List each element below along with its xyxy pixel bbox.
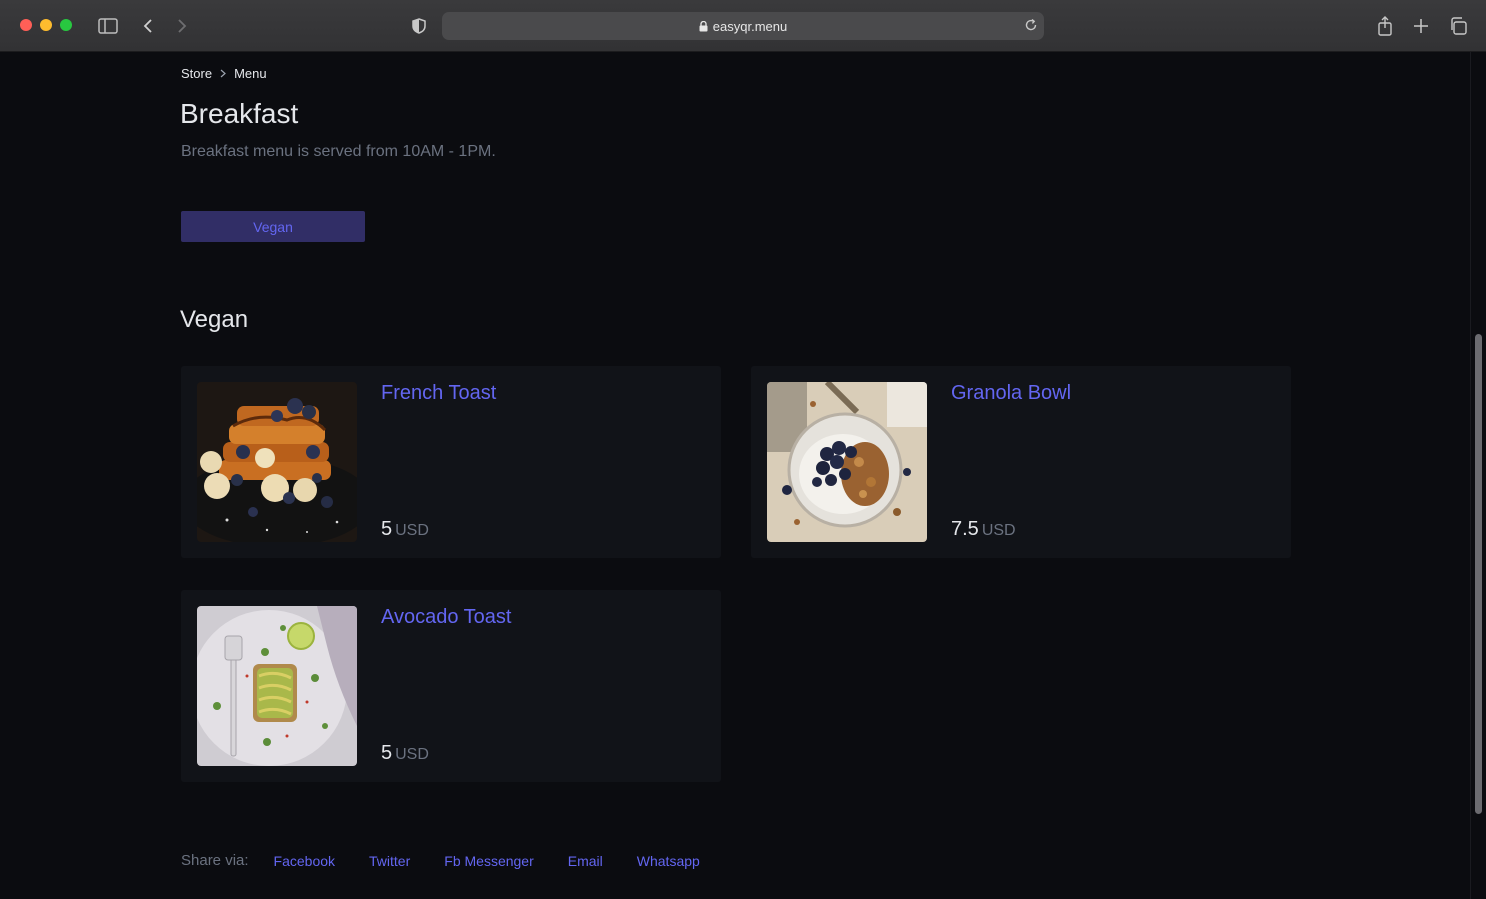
share-facebook-link[interactable]: Facebook: [274, 853, 335, 869]
page-title: Breakfast: [180, 98, 299, 129]
zoom-window-button[interactable]: [60, 19, 72, 31]
lock-icon: [699, 20, 708, 32]
breadcrumb: Store Menu: [181, 66, 267, 81]
item-name[interactable]: Avocado Toast: [381, 606, 511, 629]
item-name[interactable]: French Toast: [381, 382, 496, 405]
price-value: 7.5: [951, 518, 979, 540]
item-name[interactable]: Granola Bowl: [951, 382, 1071, 405]
item-price: 5 USD: [381, 518, 429, 541]
share-bar: Share via: Facebook Twitter Fb Messenger…: [181, 852, 734, 869]
price-currency: USD: [981, 522, 1016, 539]
share-label: Share via:: [181, 852, 249, 869]
new-tab-icon[interactable]: [1409, 14, 1433, 38]
avocado-toast-photo[interactable]: [197, 606, 357, 766]
share-twitter-link[interactable]: Twitter: [369, 853, 410, 869]
price-value: 5: [381, 518, 393, 540]
minimize-window-button[interactable]: [40, 19, 52, 31]
forward-icon[interactable]: [170, 14, 194, 38]
privacy-shield-icon[interactable]: [407, 14, 431, 38]
chevron-right-icon: [220, 69, 226, 78]
breadcrumb-menu-link[interactable]: Menu: [234, 66, 267, 81]
url-text: easyqr.menu: [712, 18, 788, 34]
share-fb-messenger-link[interactable]: Fb Messenger: [444, 853, 533, 869]
browser-toolbar: easyqr.menu: [0, 0, 1486, 52]
reload-icon[interactable]: [1024, 18, 1038, 32]
address-bar[interactable]: easyqr.menu: [442, 12, 1044, 40]
back-icon[interactable]: [136, 14, 160, 38]
french-toast-photo[interactable]: [197, 382, 357, 542]
price-currency: USD: [395, 746, 429, 763]
price-currency: USD: [395, 522, 429, 539]
item-price: 5 USD: [381, 742, 429, 765]
share-email-link[interactable]: Email: [568, 853, 603, 869]
menu-item-card-granola-bowl[interactable]: Granola Bowl 7.5 USD: [751, 366, 1291, 558]
menu-item-card-french-toast[interactable]: French Toast 5 USD: [181, 366, 721, 558]
section-title: Vegan: [180, 306, 249, 333]
tab-overview-icon[interactable]: [1446, 14, 1470, 38]
close-window-button[interactable]: [20, 19, 32, 31]
vegan-filter-button[interactable]: Vegan: [181, 211, 365, 242]
granola-bowl-photo[interactable]: [767, 382, 927, 542]
share-whatsapp-link[interactable]: Whatsapp: [637, 853, 700, 869]
page-viewport: Store Menu Breakfast Breakfast menu is s…: [0, 52, 1486, 899]
menu-item-card-avocado-toast[interactable]: Avocado Toast 5 USD: [181, 590, 721, 782]
scrollbar-thumb[interactable]: [1475, 334, 1482, 814]
share-icon[interactable]: [1373, 14, 1397, 38]
item-price: 7.5 USD: [951, 518, 1016, 541]
breadcrumb-store-link[interactable]: Store: [181, 66, 212, 81]
scrollbar-track[interactable]: [1470, 52, 1486, 899]
page-subtitle: Breakfast menu is served from 10AM - 1PM…: [181, 143, 496, 160]
price-value: 5: [381, 742, 393, 764]
sidebar-toggle-icon[interactable]: [96, 14, 120, 38]
